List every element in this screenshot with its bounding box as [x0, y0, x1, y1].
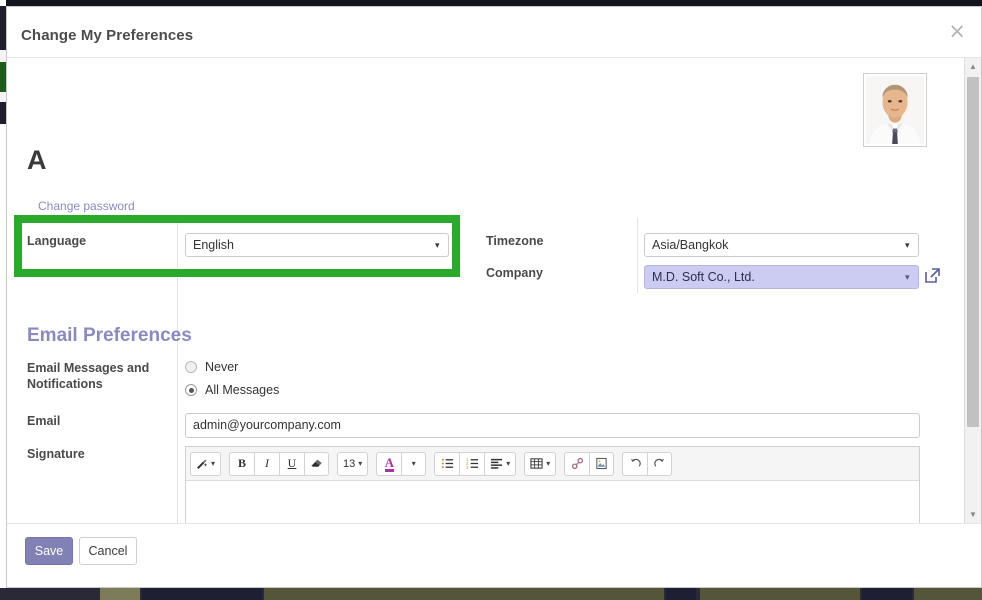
- svg-text:3: 3: [466, 465, 469, 470]
- toolbar-group-format: B I U: [229, 451, 330, 476]
- chevron-down-icon: ▾: [411, 459, 416, 468]
- taskbar-item[interactable]: [862, 588, 912, 600]
- editor-toolbar: ▾ B I U 13 ▾ A ▾ 1 2 3 ▾ ▾: [186, 447, 919, 481]
- language-label: Language: [27, 234, 87, 248]
- chevron-down-icon: ▾: [546, 459, 551, 468]
- timezone-select[interactable]: Asia/Bangkok: [644, 233, 919, 257]
- chevron-down-icon: ▾: [358, 459, 363, 468]
- company-label: Company: [486, 266, 543, 280]
- company-select[interactable]: M.D. Soft Co., Ltd.: [644, 265, 919, 289]
- scroll-down-arrow-icon[interactable]: ▼: [965, 506, 981, 523]
- toolbar-group-fontsize: 13 ▾: [337, 451, 369, 476]
- clear-format-eraser-icon[interactable]: [304, 451, 330, 476]
- radio-label: Never: [205, 360, 239, 374]
- vertical-scrollbar[interactable]: ▲ ▼: [964, 58, 981, 523]
- taskbar-item[interactable]: [914, 588, 982, 600]
- scrollbar-thumb[interactable]: [967, 77, 979, 427]
- dialog-footer: Save Cancel: [7, 523, 981, 587]
- change-password-link[interactable]: Change password: [38, 199, 135, 213]
- underline-button[interactable]: U: [279, 451, 305, 476]
- cancel-button[interactable]: Cancel: [79, 537, 137, 565]
- chevron-down-icon: ▾: [211, 459, 216, 468]
- bold-button[interactable]: B: [229, 451, 255, 476]
- email-label: Email: [27, 414, 61, 428]
- taskbar-item[interactable]: [666, 588, 696, 600]
- undo-icon[interactable]: [622, 451, 648, 476]
- avatar-photo: [866, 76, 924, 144]
- toolbar-group-history: [622, 451, 673, 476]
- dialog-title: Change My Preferences: [21, 27, 194, 44]
- email-field[interactable]: admin@yourcompany.com: [185, 413, 920, 438]
- taskbar-item[interactable]: [264, 588, 664, 600]
- toolbar-group-style: ▾: [190, 451, 222, 476]
- label-column-divider: [177, 218, 178, 523]
- align-dropdown-icon[interactable]: ▾: [484, 451, 517, 476]
- change-preferences-dialog: Change My Preferences × A Change passwor…: [6, 6, 982, 588]
- text-color-button[interactable]: A: [376, 451, 402, 476]
- page-title: A: [27, 145, 47, 175]
- table-icon[interactable]: ▾: [524, 451, 557, 476]
- color-dropdown-button[interactable]: ▾: [401, 451, 427, 476]
- redo-icon[interactable]: [647, 451, 673, 476]
- taskbar-item[interactable]: [700, 588, 860, 600]
- save-button[interactable]: Save: [25, 537, 73, 565]
- taskbar[interactable]: [0, 588, 982, 600]
- taskbar-item[interactable]: [100, 588, 140, 600]
- radio-option-all-messages[interactable]: All Messages: [185, 383, 279, 397]
- toolbar-group-lists: 1 2 3 ▾: [434, 451, 517, 476]
- toolbar-group-table: ▾: [524, 451, 557, 476]
- ordered-list-icon[interactable]: 1 2 3: [459, 451, 485, 476]
- language-select[interactable]: English: [185, 233, 449, 257]
- image-icon[interactable]: [589, 451, 615, 476]
- label-column-divider-right: [637, 218, 638, 293]
- chevron-down-icon: ▾: [506, 459, 511, 468]
- taskbar-item[interactable]: [142, 588, 262, 600]
- toolbar-group-color: A ▾: [376, 451, 427, 476]
- close-icon[interactable]: ×: [948, 21, 966, 42]
- dialog-body: A Change password Language English ▾ Tim…: [7, 58, 981, 523]
- style-magic-wand-icon[interactable]: ▾: [190, 451, 222, 476]
- signature-text-area[interactable]: [186, 481, 919, 523]
- signature-editor: ▾ B I U 13 ▾ A ▾ 1 2 3 ▾ ▾: [185, 446, 920, 523]
- radio-icon: [185, 361, 197, 373]
- italic-button[interactable]: I: [254, 451, 280, 476]
- radio-option-never[interactable]: Never: [185, 360, 238, 374]
- signature-label: Signature: [27, 447, 85, 461]
- text-color-glyph: A: [384, 454, 394, 472]
- unordered-list-icon[interactable]: [434, 451, 460, 476]
- external-link-icon[interactable]: [922, 265, 942, 287]
- notifications-label: Email Messages and Notifications: [27, 361, 150, 391]
- section-title-email-preferences: Email Preferences: [27, 325, 192, 346]
- avatar: [863, 73, 927, 147]
- font-size-button[interactable]: 13 ▾: [337, 451, 369, 476]
- timezone-label: Timezone: [486, 234, 544, 248]
- preferences-form: A Change password Language English ▾ Tim…: [7, 58, 965, 523]
- font-size-value: 13: [343, 457, 356, 470]
- scroll-up-arrow-icon[interactable]: ▲: [965, 58, 981, 75]
- dialog-header: Change My Preferences ×: [7, 7, 981, 58]
- radio-icon-selected: [185, 384, 197, 396]
- link-icon[interactable]: [564, 451, 590, 476]
- radio-label: All Messages: [205, 383, 280, 397]
- toolbar-group-insert: [564, 451, 615, 476]
